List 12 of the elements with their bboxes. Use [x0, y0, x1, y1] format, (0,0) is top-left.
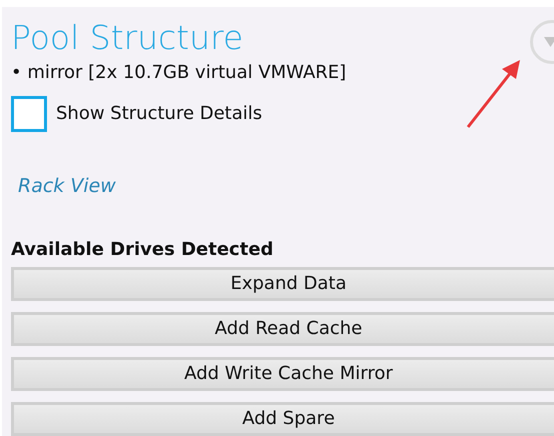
checkbox[interactable]: [11, 96, 47, 132]
rack-view-link[interactable]: Rack View: [18, 172, 116, 200]
action-button[interactable]: Add Read Cache: [11, 312, 554, 346]
action-button[interactable]: Expand Data: [11, 267, 554, 302]
section-heading: Available Drives Detected: [11, 238, 274, 262]
pool-item: • mirror [2x 10.7GB virtual VMWARE]: [11, 60, 348, 85]
page-title: Pool Structure: [11, 19, 244, 57]
triangle-down-icon: [544, 37, 554, 47]
annotation-arrow: [466, 60, 520, 128]
checkbox-label: Show Structure Details: [56, 102, 262, 126]
action-button[interactable]: Add Spare: [11, 402, 554, 436]
action-button[interactable]: Add Write Cache Mirror: [11, 357, 554, 392]
